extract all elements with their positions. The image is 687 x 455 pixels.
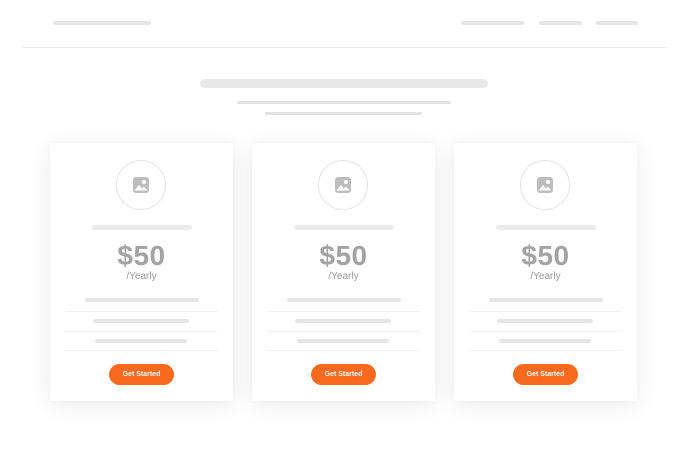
plan-price: $50 xyxy=(319,240,368,271)
feature-divider xyxy=(65,350,218,351)
feature-line-3 xyxy=(297,339,389,343)
plan-name-placeholder xyxy=(294,225,394,230)
pricing-card-3: $50 /Yearly Get Started xyxy=(454,143,637,401)
plan-period: /Yearly xyxy=(328,271,359,282)
feature-line-3 xyxy=(95,339,187,343)
feature-divider xyxy=(65,331,218,332)
nav-link-1-placeholder[interactable] xyxy=(461,21,524,25)
pricing-card-2: $50 /Yearly Get Started xyxy=(252,143,435,401)
section-title-placeholder xyxy=(200,79,488,88)
plan-period: /Yearly xyxy=(126,271,157,282)
feature-divider xyxy=(267,331,420,332)
feature-divider xyxy=(267,311,420,312)
feature-line-2 xyxy=(497,319,593,323)
image-icon xyxy=(520,160,570,210)
plan-name-placeholder xyxy=(496,225,596,230)
feature-line-1 xyxy=(85,298,199,302)
get-started-button[interactable]: Get Started xyxy=(513,364,578,385)
nav-link-3-placeholder[interactable] xyxy=(596,21,638,25)
pricing-card-1: $50 /Yearly Get Started xyxy=(50,143,233,401)
get-started-button[interactable]: Get Started xyxy=(109,364,174,385)
feature-line-1 xyxy=(489,298,603,302)
feature-divider xyxy=(65,311,218,312)
feature-line-2 xyxy=(93,319,189,323)
image-icon xyxy=(116,160,166,210)
section-subtitle-line-2 xyxy=(265,112,422,115)
section-subtitle-line-1 xyxy=(237,101,451,104)
plan-period: /Yearly xyxy=(530,271,561,282)
feature-divider xyxy=(469,331,622,332)
nav-link-2-placeholder[interactable] xyxy=(539,21,582,25)
plan-price: $50 xyxy=(117,240,166,271)
header-divider xyxy=(22,47,667,48)
feature-line-1 xyxy=(287,298,401,302)
feature-divider xyxy=(267,350,420,351)
plan-price: $50 xyxy=(521,240,570,271)
feature-divider xyxy=(469,350,622,351)
image-icon xyxy=(318,160,368,210)
logo-placeholder xyxy=(53,21,151,25)
feature-line-3 xyxy=(499,339,591,343)
get-started-button[interactable]: Get Started xyxy=(311,364,376,385)
feature-divider xyxy=(469,311,622,312)
feature-line-2 xyxy=(295,319,391,323)
plan-name-placeholder xyxy=(92,225,192,230)
